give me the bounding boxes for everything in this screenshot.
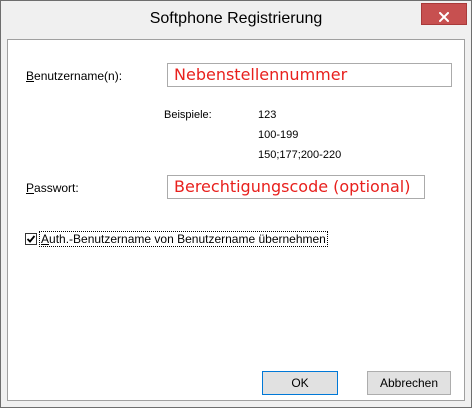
example-item: 100-199 (258, 129, 299, 141)
password-label: Passwort: (26, 181, 79, 195)
checkbox-label-text: uth.-Benutzername von Benutzername übern… (49, 232, 326, 246)
auth-username-checkbox[interactable] (25, 233, 37, 245)
auth-username-checkbox-label[interactable]: Auth.-Benutzername von Benutzername über… (39, 231, 328, 247)
examples-label: Beispiele: (164, 109, 212, 121)
example-item: 123 (258, 109, 277, 121)
username-input[interactable]: Nebenstellennummer (167, 63, 452, 87)
username-label-text: enutzername(n): (34, 69, 123, 83)
ok-button[interactable]: OK (262, 371, 338, 395)
window-title: Softphone Registrierung (149, 10, 323, 27)
cancel-button[interactable]: Abbrechen (367, 371, 451, 395)
password-input[interactable]: Berechtigungscode (optional) (167, 175, 425, 199)
example-item: 150;177;200-220 (258, 149, 342, 161)
dialog-window: Softphone Registrierung Benutzername(n):… (0, 0, 472, 408)
title-bar[interactable]: Softphone Registrierung (1, 1, 471, 39)
dialog-body: Benutzername(n): Nebenstellennummer Beis… (7, 39, 465, 401)
close-button[interactable] (421, 3, 467, 25)
close-icon (438, 9, 450, 23)
username-label-accesskey: B (26, 69, 35, 83)
password-label-accesskey: P (26, 181, 35, 195)
password-label-text: asswort: (34, 181, 79, 195)
checkmark-icon (26, 235, 36, 243)
username-label: Benutzername(n): (26, 69, 122, 83)
checkbox-label-accesskey: A (41, 232, 50, 246)
